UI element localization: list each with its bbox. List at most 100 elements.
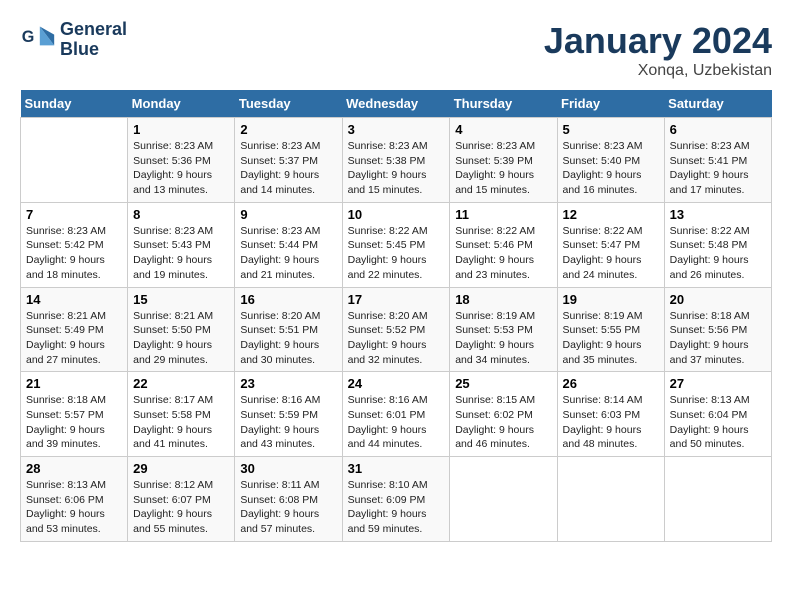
weekday-header-wednesday: Wednesday: [342, 90, 450, 118]
calendar-cell: 17 Sunrise: 8:20 AMSunset: 5:52 PMDaylig…: [342, 287, 450, 372]
calendar-cell: 12 Sunrise: 8:22 AMSunset: 5:47 PMDaylig…: [557, 202, 664, 287]
calendar-cell: 8 Sunrise: 8:23 AMSunset: 5:43 PMDayligh…: [128, 202, 235, 287]
calendar-cell: 28 Sunrise: 8:13 AMSunset: 6:06 PMDaylig…: [21, 457, 128, 542]
svg-text:G: G: [22, 28, 35, 46]
day-number: 16: [240, 292, 336, 307]
calendar-week-2: 7 Sunrise: 8:23 AMSunset: 5:42 PMDayligh…: [21, 202, 772, 287]
day-number: 5: [563, 122, 659, 137]
cell-info: Sunrise: 8:21 AMSunset: 5:50 PMDaylight:…: [133, 310, 213, 366]
cell-info: Sunrise: 8:23 AMSunset: 5:40 PMDaylight:…: [563, 140, 643, 196]
logo-line2: Blue: [60, 39, 99, 59]
day-number: 27: [670, 376, 766, 391]
cell-info: Sunrise: 8:12 AMSunset: 6:07 PMDaylight:…: [133, 479, 213, 535]
day-number: 31: [348, 461, 445, 476]
cell-info: Sunrise: 8:13 AMSunset: 6:06 PMDaylight:…: [26, 479, 106, 535]
logo-text: General Blue: [60, 20, 127, 60]
day-number: 13: [670, 207, 766, 222]
day-number: 21: [26, 376, 122, 391]
calendar-cell: 3 Sunrise: 8:23 AMSunset: 5:38 PMDayligh…: [342, 118, 450, 203]
cell-info: Sunrise: 8:23 AMSunset: 5:37 PMDaylight:…: [240, 140, 320, 196]
calendar-cell: 30 Sunrise: 8:11 AMSunset: 6:08 PMDaylig…: [235, 457, 342, 542]
cell-info: Sunrise: 8:10 AMSunset: 6:09 PMDaylight:…: [348, 479, 428, 535]
day-number: 6: [670, 122, 766, 137]
day-number: 11: [455, 207, 551, 222]
day-number: 30: [240, 461, 336, 476]
day-number: 3: [348, 122, 445, 137]
cell-info: Sunrise: 8:23 AMSunset: 5:39 PMDaylight:…: [455, 140, 535, 196]
calendar-cell: 1 Sunrise: 8:23 AMSunset: 5:36 PMDayligh…: [128, 118, 235, 203]
calendar-cell: 21 Sunrise: 8:18 AMSunset: 5:57 PMDaylig…: [21, 372, 128, 457]
day-number: 10: [348, 207, 445, 222]
page-title: January 2024: [544, 20, 772, 62]
calendar-cell: 2 Sunrise: 8:23 AMSunset: 5:37 PMDayligh…: [235, 118, 342, 203]
calendar-cell: 14 Sunrise: 8:21 AMSunset: 5:49 PMDaylig…: [21, 287, 128, 372]
logo: G General Blue: [20, 20, 127, 60]
day-number: 23: [240, 376, 336, 391]
cell-info: Sunrise: 8:23 AMSunset: 5:38 PMDaylight:…: [348, 140, 428, 196]
day-number: 18: [455, 292, 551, 307]
cell-info: Sunrise: 8:17 AMSunset: 5:58 PMDaylight:…: [133, 394, 213, 450]
calendar-cell: 9 Sunrise: 8:23 AMSunset: 5:44 PMDayligh…: [235, 202, 342, 287]
cell-info: Sunrise: 8:15 AMSunset: 6:02 PMDaylight:…: [455, 394, 535, 450]
calendar-cell: 10 Sunrise: 8:22 AMSunset: 5:45 PMDaylig…: [342, 202, 450, 287]
calendar-cell: 31 Sunrise: 8:10 AMSunset: 6:09 PMDaylig…: [342, 457, 450, 542]
day-number: 26: [563, 376, 659, 391]
cell-info: Sunrise: 8:23 AMSunset: 5:42 PMDaylight:…: [26, 225, 106, 281]
day-number: 9: [240, 207, 336, 222]
cell-info: Sunrise: 8:23 AMSunset: 5:44 PMDaylight:…: [240, 225, 320, 281]
day-number: 1: [133, 122, 229, 137]
calendar-cell: 27 Sunrise: 8:13 AMSunset: 6:04 PMDaylig…: [664, 372, 771, 457]
cell-info: Sunrise: 8:21 AMSunset: 5:49 PMDaylight:…: [26, 310, 106, 366]
day-number: 2: [240, 122, 336, 137]
logo-line1: General: [60, 19, 127, 39]
page-subtitle: Xonqa, Uzbekistan: [544, 62, 772, 80]
day-number: 22: [133, 376, 229, 391]
weekday-header-monday: Monday: [128, 90, 235, 118]
cell-info: Sunrise: 8:20 AMSunset: 5:52 PMDaylight:…: [348, 310, 428, 366]
cell-info: Sunrise: 8:16 AMSunset: 6:01 PMDaylight:…: [348, 394, 428, 450]
calendar-cell: [557, 457, 664, 542]
calendar-cell: 23 Sunrise: 8:16 AMSunset: 5:59 PMDaylig…: [235, 372, 342, 457]
calendar-cell: 15 Sunrise: 8:21 AMSunset: 5:50 PMDaylig…: [128, 287, 235, 372]
day-number: 15: [133, 292, 229, 307]
cell-info: Sunrise: 8:18 AMSunset: 5:56 PMDaylight:…: [670, 310, 750, 366]
cell-info: Sunrise: 8:14 AMSunset: 6:03 PMDaylight:…: [563, 394, 643, 450]
day-number: 8: [133, 207, 229, 222]
calendar-cell: 24 Sunrise: 8:16 AMSunset: 6:01 PMDaylig…: [342, 372, 450, 457]
calendar-week-3: 14 Sunrise: 8:21 AMSunset: 5:49 PMDaylig…: [21, 287, 772, 372]
weekday-header-tuesday: Tuesday: [235, 90, 342, 118]
weekday-header-friday: Friday: [557, 90, 664, 118]
cell-info: Sunrise: 8:20 AMSunset: 5:51 PMDaylight:…: [240, 310, 320, 366]
cell-info: Sunrise: 8:22 AMSunset: 5:46 PMDaylight:…: [455, 225, 535, 281]
calendar-cell: 4 Sunrise: 8:23 AMSunset: 5:39 PMDayligh…: [450, 118, 557, 203]
cell-info: Sunrise: 8:22 AMSunset: 5:48 PMDaylight:…: [670, 225, 750, 281]
weekday-header-saturday: Saturday: [664, 90, 771, 118]
day-number: 12: [563, 207, 659, 222]
title-block: January 2024 Xonqa, Uzbekistan: [544, 20, 772, 80]
day-number: 17: [348, 292, 445, 307]
calendar-cell: 16 Sunrise: 8:20 AMSunset: 5:51 PMDaylig…: [235, 287, 342, 372]
calendar-cell: 20 Sunrise: 8:18 AMSunset: 5:56 PMDaylig…: [664, 287, 771, 372]
day-number: 14: [26, 292, 122, 307]
calendar-cell: 13 Sunrise: 8:22 AMSunset: 5:48 PMDaylig…: [664, 202, 771, 287]
calendar-cell: [450, 457, 557, 542]
cell-info: Sunrise: 8:23 AMSunset: 5:41 PMDaylight:…: [670, 140, 750, 196]
day-number: 4: [455, 122, 551, 137]
cell-info: Sunrise: 8:23 AMSunset: 5:36 PMDaylight:…: [133, 140, 213, 196]
cell-info: Sunrise: 8:11 AMSunset: 6:08 PMDaylight:…: [240, 479, 319, 535]
day-number: 7: [26, 207, 122, 222]
calendar-cell: 22 Sunrise: 8:17 AMSunset: 5:58 PMDaylig…: [128, 372, 235, 457]
calendar-week-4: 21 Sunrise: 8:18 AMSunset: 5:57 PMDaylig…: [21, 372, 772, 457]
calendar-cell: 6 Sunrise: 8:23 AMSunset: 5:41 PMDayligh…: [664, 118, 771, 203]
weekday-header-thursday: Thursday: [450, 90, 557, 118]
day-number: 25: [455, 376, 551, 391]
calendar-cell: 18 Sunrise: 8:19 AMSunset: 5:53 PMDaylig…: [450, 287, 557, 372]
calendar-cell: 5 Sunrise: 8:23 AMSunset: 5:40 PMDayligh…: [557, 118, 664, 203]
calendar-cell: [21, 118, 128, 203]
day-number: 20: [670, 292, 766, 307]
weekday-header-row: SundayMondayTuesdayWednesdayThursdayFrid…: [21, 90, 772, 118]
page-header: G General Blue January 2024 Xonqa, Uzbek…: [20, 20, 772, 80]
day-number: 19: [563, 292, 659, 307]
cell-info: Sunrise: 8:22 AMSunset: 5:45 PMDaylight:…: [348, 225, 428, 281]
calendar-cell: 29 Sunrise: 8:12 AMSunset: 6:07 PMDaylig…: [128, 457, 235, 542]
